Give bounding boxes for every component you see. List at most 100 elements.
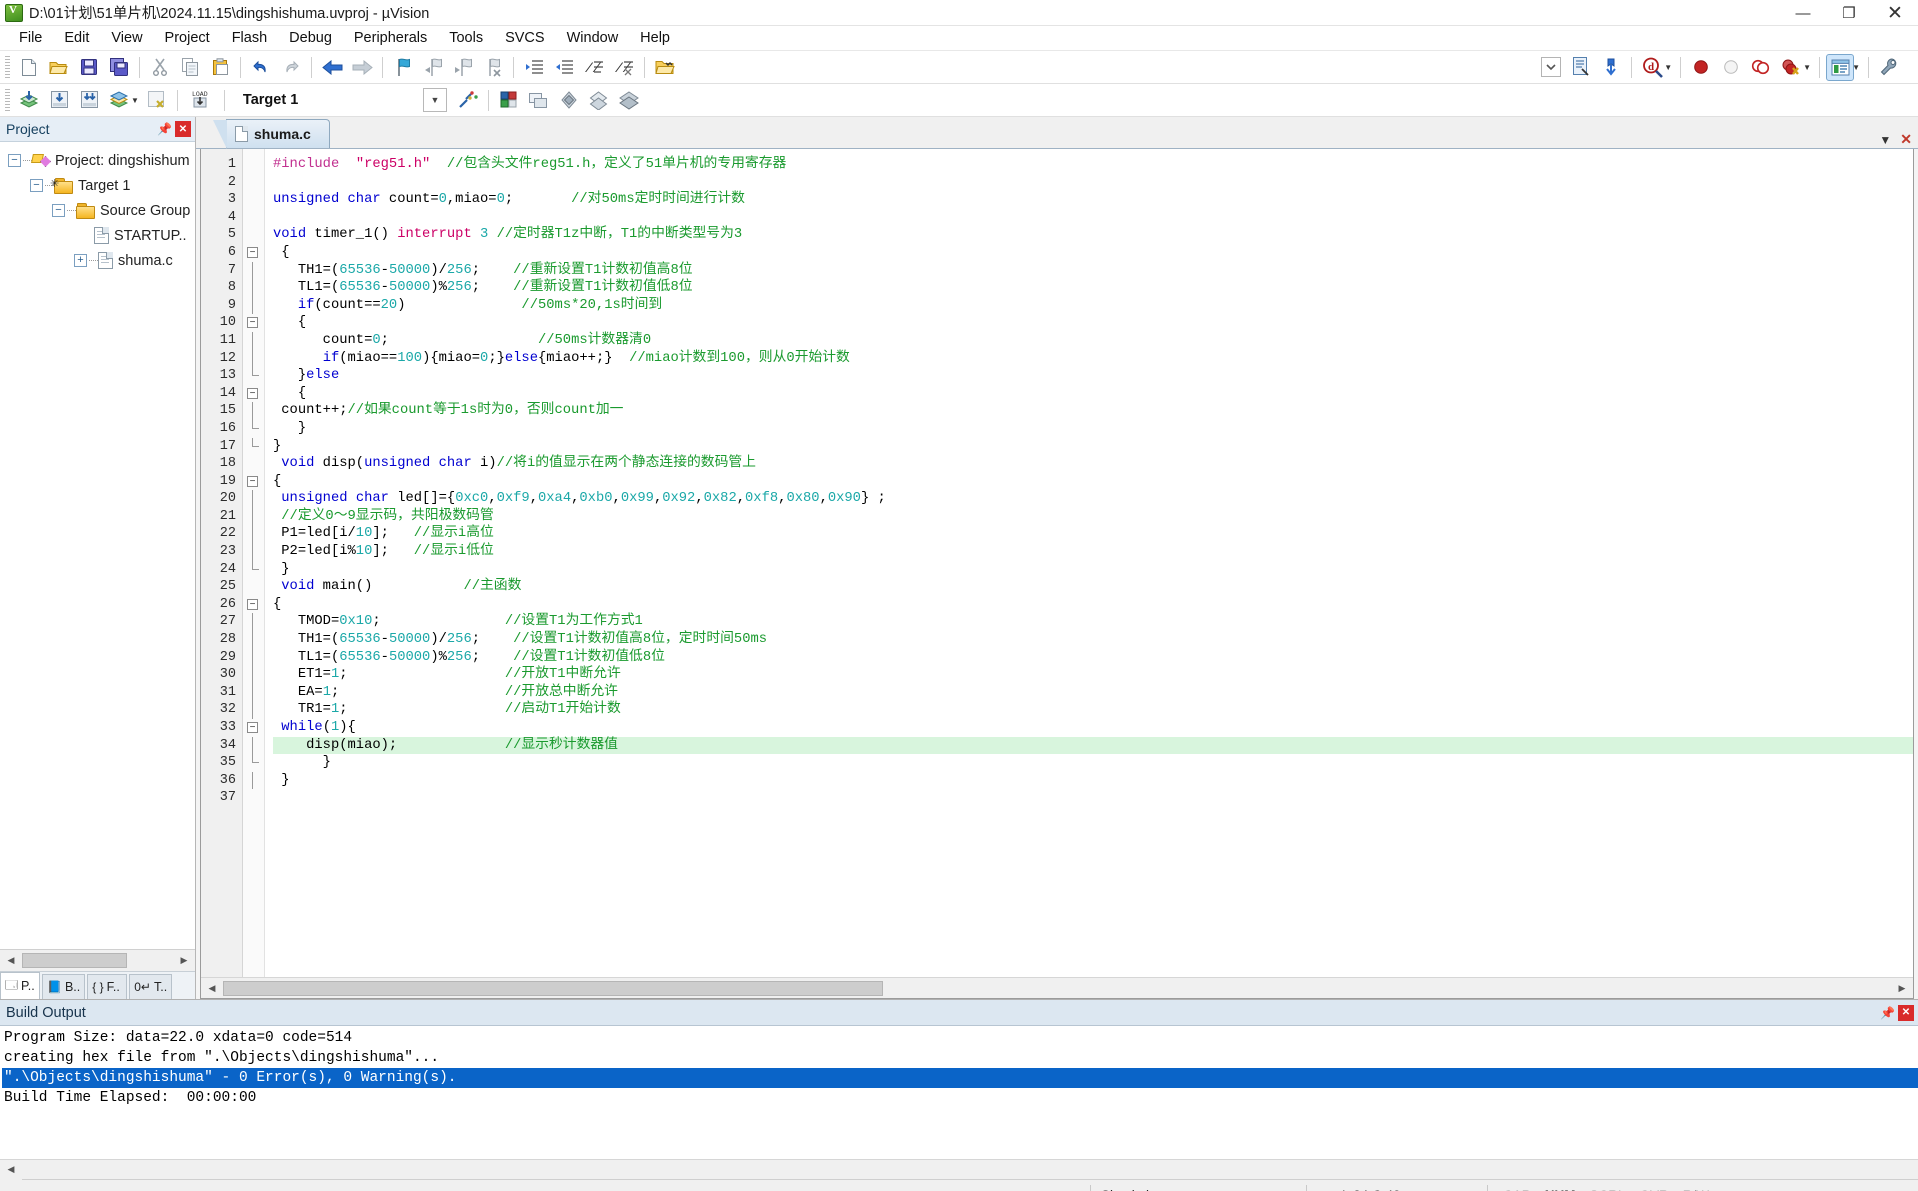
menu-project[interactable]: Project xyxy=(154,27,221,49)
tree-item-startup[interactable]: STARTUP.. xyxy=(0,223,195,248)
code-line[interactable]: } xyxy=(273,754,1913,772)
open-folder-search-icon[interactable] xyxy=(651,54,679,81)
build-output-line[interactable]: Build Time Elapsed: 00:00:00 xyxy=(2,1088,1918,1108)
fold-collapse-box[interactable]: − xyxy=(247,475,258,487)
minimize-button[interactable]: — xyxy=(1780,0,1826,26)
build-horizontal-scrollbar[interactable]: ◀ xyxy=(0,1159,1918,1180)
code-line[interactable]: } xyxy=(273,561,1913,579)
menu-debug[interactable]: Debug xyxy=(278,27,343,49)
expander-toggle[interactable]: − xyxy=(8,154,21,167)
code-line[interactable]: count++;//如果count等于1s时为0，否则count加一 xyxy=(273,402,1913,420)
close-button[interactable]: ✕ xyxy=(1872,0,1918,26)
code-line[interactable]: { xyxy=(273,314,1913,332)
components-icon[interactable] xyxy=(555,87,583,114)
project-tree[interactable]: − Project: dingshishum − ✳ Target 1 − So… xyxy=(0,142,195,949)
find-in-files-icon[interactable] xyxy=(1567,54,1595,81)
fold-marker[interactable]: − xyxy=(243,385,264,403)
load-flash-icon[interactable]: LOAD xyxy=(184,87,218,114)
code-line[interactable]: if(miao==100){miao=0;}else{miao++;} //mi… xyxy=(273,350,1913,368)
fold-marker[interactable]: − xyxy=(243,473,264,491)
code-scroll-area[interactable]: 1 2 3 4 5 6 7 8 9 10 11 12 13 14 15 16 17 18 19 20 21 22 23 24 2… xyxy=(201,149,1913,977)
scroll-right-arrow[interactable]: ▶ xyxy=(1891,978,1913,998)
tab-project[interactable]: 🗔 P.. xyxy=(0,972,40,999)
find-dropdown-icon[interactable] xyxy=(1537,54,1565,81)
build-output-line[interactable]: Program Size: data=22.0 xdata=0 code=514 xyxy=(2,1028,1918,1048)
fold-marker[interactable]: − xyxy=(243,719,264,737)
disable-all-breakpoints-icon[interactable] xyxy=(1747,54,1775,81)
stop-build-icon[interactable] xyxy=(143,87,171,114)
code-line[interactable] xyxy=(273,789,1913,807)
toolbar-grip[interactable] xyxy=(5,56,10,78)
code-folding-column[interactable]: − − − − − − xyxy=(243,149,265,977)
manage-run-time-icon[interactable] xyxy=(615,87,643,114)
fold-collapse-box[interactable]: − xyxy=(247,317,258,329)
code-line[interactable]: TR1=1; //启动T1开始计数 xyxy=(273,701,1913,719)
scrollbar-thumb[interactable] xyxy=(223,980,883,996)
insert-breakpoint-icon[interactable] xyxy=(1687,54,1715,81)
pin-icon[interactable]: 📌 xyxy=(156,121,173,138)
tab-books[interactable]: 📘 B.. xyxy=(42,974,86,999)
menu-flash[interactable]: Flash xyxy=(221,27,278,49)
rebuild-all-icon[interactable] xyxy=(75,87,103,114)
chevron-down-icon[interactable]: ▼ xyxy=(1879,133,1891,147)
code-line[interactable]: EA=1; //开放总中断允许 xyxy=(273,684,1913,702)
code-text[interactable]: #include "reg51.h" //包含头文件reg51.h，定义了51单… xyxy=(265,149,1913,977)
code-line[interactable]: P1=led[i/10]; //显示i高位 xyxy=(273,525,1913,543)
code-line[interactable]: TH1=(65536-50000)/256; //设置T1计数初值高8位，定时时… xyxy=(273,631,1913,649)
pack-installer-icon[interactable] xyxy=(585,87,613,114)
bookmark-prev-icon[interactable] xyxy=(419,54,447,81)
menu-tools[interactable]: Tools xyxy=(438,27,494,49)
build-output-text[interactable]: Program Size: data=22.0 xdata=0 code=514… xyxy=(0,1026,1918,1159)
navigate-back-icon[interactable] xyxy=(318,54,346,81)
code-line[interactable]: #include "reg51.h" //包含头文件reg51.h，定义了51单… xyxy=(273,156,1913,174)
cut-icon[interactable] xyxy=(146,54,174,81)
code-horizontal-scrollbar[interactable]: ◀ ▶ xyxy=(201,977,1913,998)
code-line[interactable]: void disp(unsigned char i)//将i的值显示在两个静态连… xyxy=(273,455,1913,473)
code-line[interactable]: ET1=1; //开放T1中断允许 xyxy=(273,666,1913,684)
redo-icon[interactable] xyxy=(277,54,305,81)
build-output-line[interactable]: creating hex file from ".\Objects\dingsh… xyxy=(2,1048,1918,1068)
scrollbar-thumb[interactable] xyxy=(22,953,127,968)
code-line[interactable]: } xyxy=(273,438,1913,456)
bookmark-find-icon[interactable] xyxy=(1597,54,1625,81)
open-file-icon[interactable] xyxy=(45,54,73,81)
code-line[interactable]: void timer_1() interrupt 3 //定时器T1z中断，T1… xyxy=(273,226,1913,244)
code-line[interactable]: } xyxy=(273,420,1913,438)
configure-tools-icon[interactable] xyxy=(1875,54,1903,81)
target-selector[interactable]: Target 1 ▼ xyxy=(238,88,448,113)
paste-icon[interactable] xyxy=(206,54,234,81)
target-options-icon[interactable] xyxy=(454,87,482,114)
translate-icon[interactable] xyxy=(15,87,43,114)
close-icon[interactable]: ✕ xyxy=(1900,131,1912,148)
code-line[interactable]: } xyxy=(273,772,1913,790)
document-tab-shuma-c[interactable]: shuma.c xyxy=(213,119,330,149)
project-horizontal-scrollbar[interactable]: ◀ ▶ xyxy=(0,949,195,971)
code-line[interactable]: unsigned char count=0,miao=0; //对50ms定时时… xyxy=(273,191,1913,209)
code-line[interactable]: while(1){ xyxy=(273,719,1913,737)
fold-marker[interactable]: − xyxy=(243,314,264,332)
scroll-right-arrow[interactable]: ▶ xyxy=(173,950,195,971)
menu-view[interactable]: View xyxy=(100,27,153,49)
build-target-icon[interactable] xyxy=(45,87,73,114)
code-line[interactable]: void main() //主函数 xyxy=(273,578,1913,596)
comment-icon[interactable]: // xyxy=(580,54,608,81)
chevron-down-icon[interactable]: ▼ xyxy=(422,88,447,112)
bookmark-next-icon[interactable] xyxy=(449,54,477,81)
code-line[interactable]: //定义0～9显示码，共阳极数码管 xyxy=(273,508,1913,526)
close-icon[interactable]: ✕ xyxy=(175,121,191,137)
menu-window[interactable]: Window xyxy=(556,27,630,49)
code-line[interactable]: P2=led[i%10]; //显示i低位 xyxy=(273,543,1913,561)
window-layout-icon[interactable] xyxy=(1826,53,1855,81)
code-line[interactable]: disp(miao); //显示秒计数器值 xyxy=(273,736,1913,755)
menu-help[interactable]: Help xyxy=(629,27,681,49)
code-line[interactable]: if(count==20) //50ms*20,1s时间到 xyxy=(273,297,1913,315)
fold-marker[interactable]: − xyxy=(243,596,264,614)
expander-toggle[interactable]: + xyxy=(74,254,87,267)
manage-multi-project-icon[interactable] xyxy=(525,87,553,114)
uncomment-icon[interactable]: // xyxy=(610,54,638,81)
build-output-line[interactable]: ".\Objects\dingshishuma" - 0 Error(s), 0… xyxy=(2,1068,1918,1088)
code-line[interactable]: TH1=(65536-50000)/256; //重新设置T1计数初值高8位 xyxy=(273,262,1913,280)
save-icon[interactable] xyxy=(75,54,103,81)
code-line[interactable]: count=0; //50ms计数器清0 xyxy=(273,332,1913,350)
tree-item-project[interactable]: − Project: dingshishum xyxy=(0,148,195,173)
